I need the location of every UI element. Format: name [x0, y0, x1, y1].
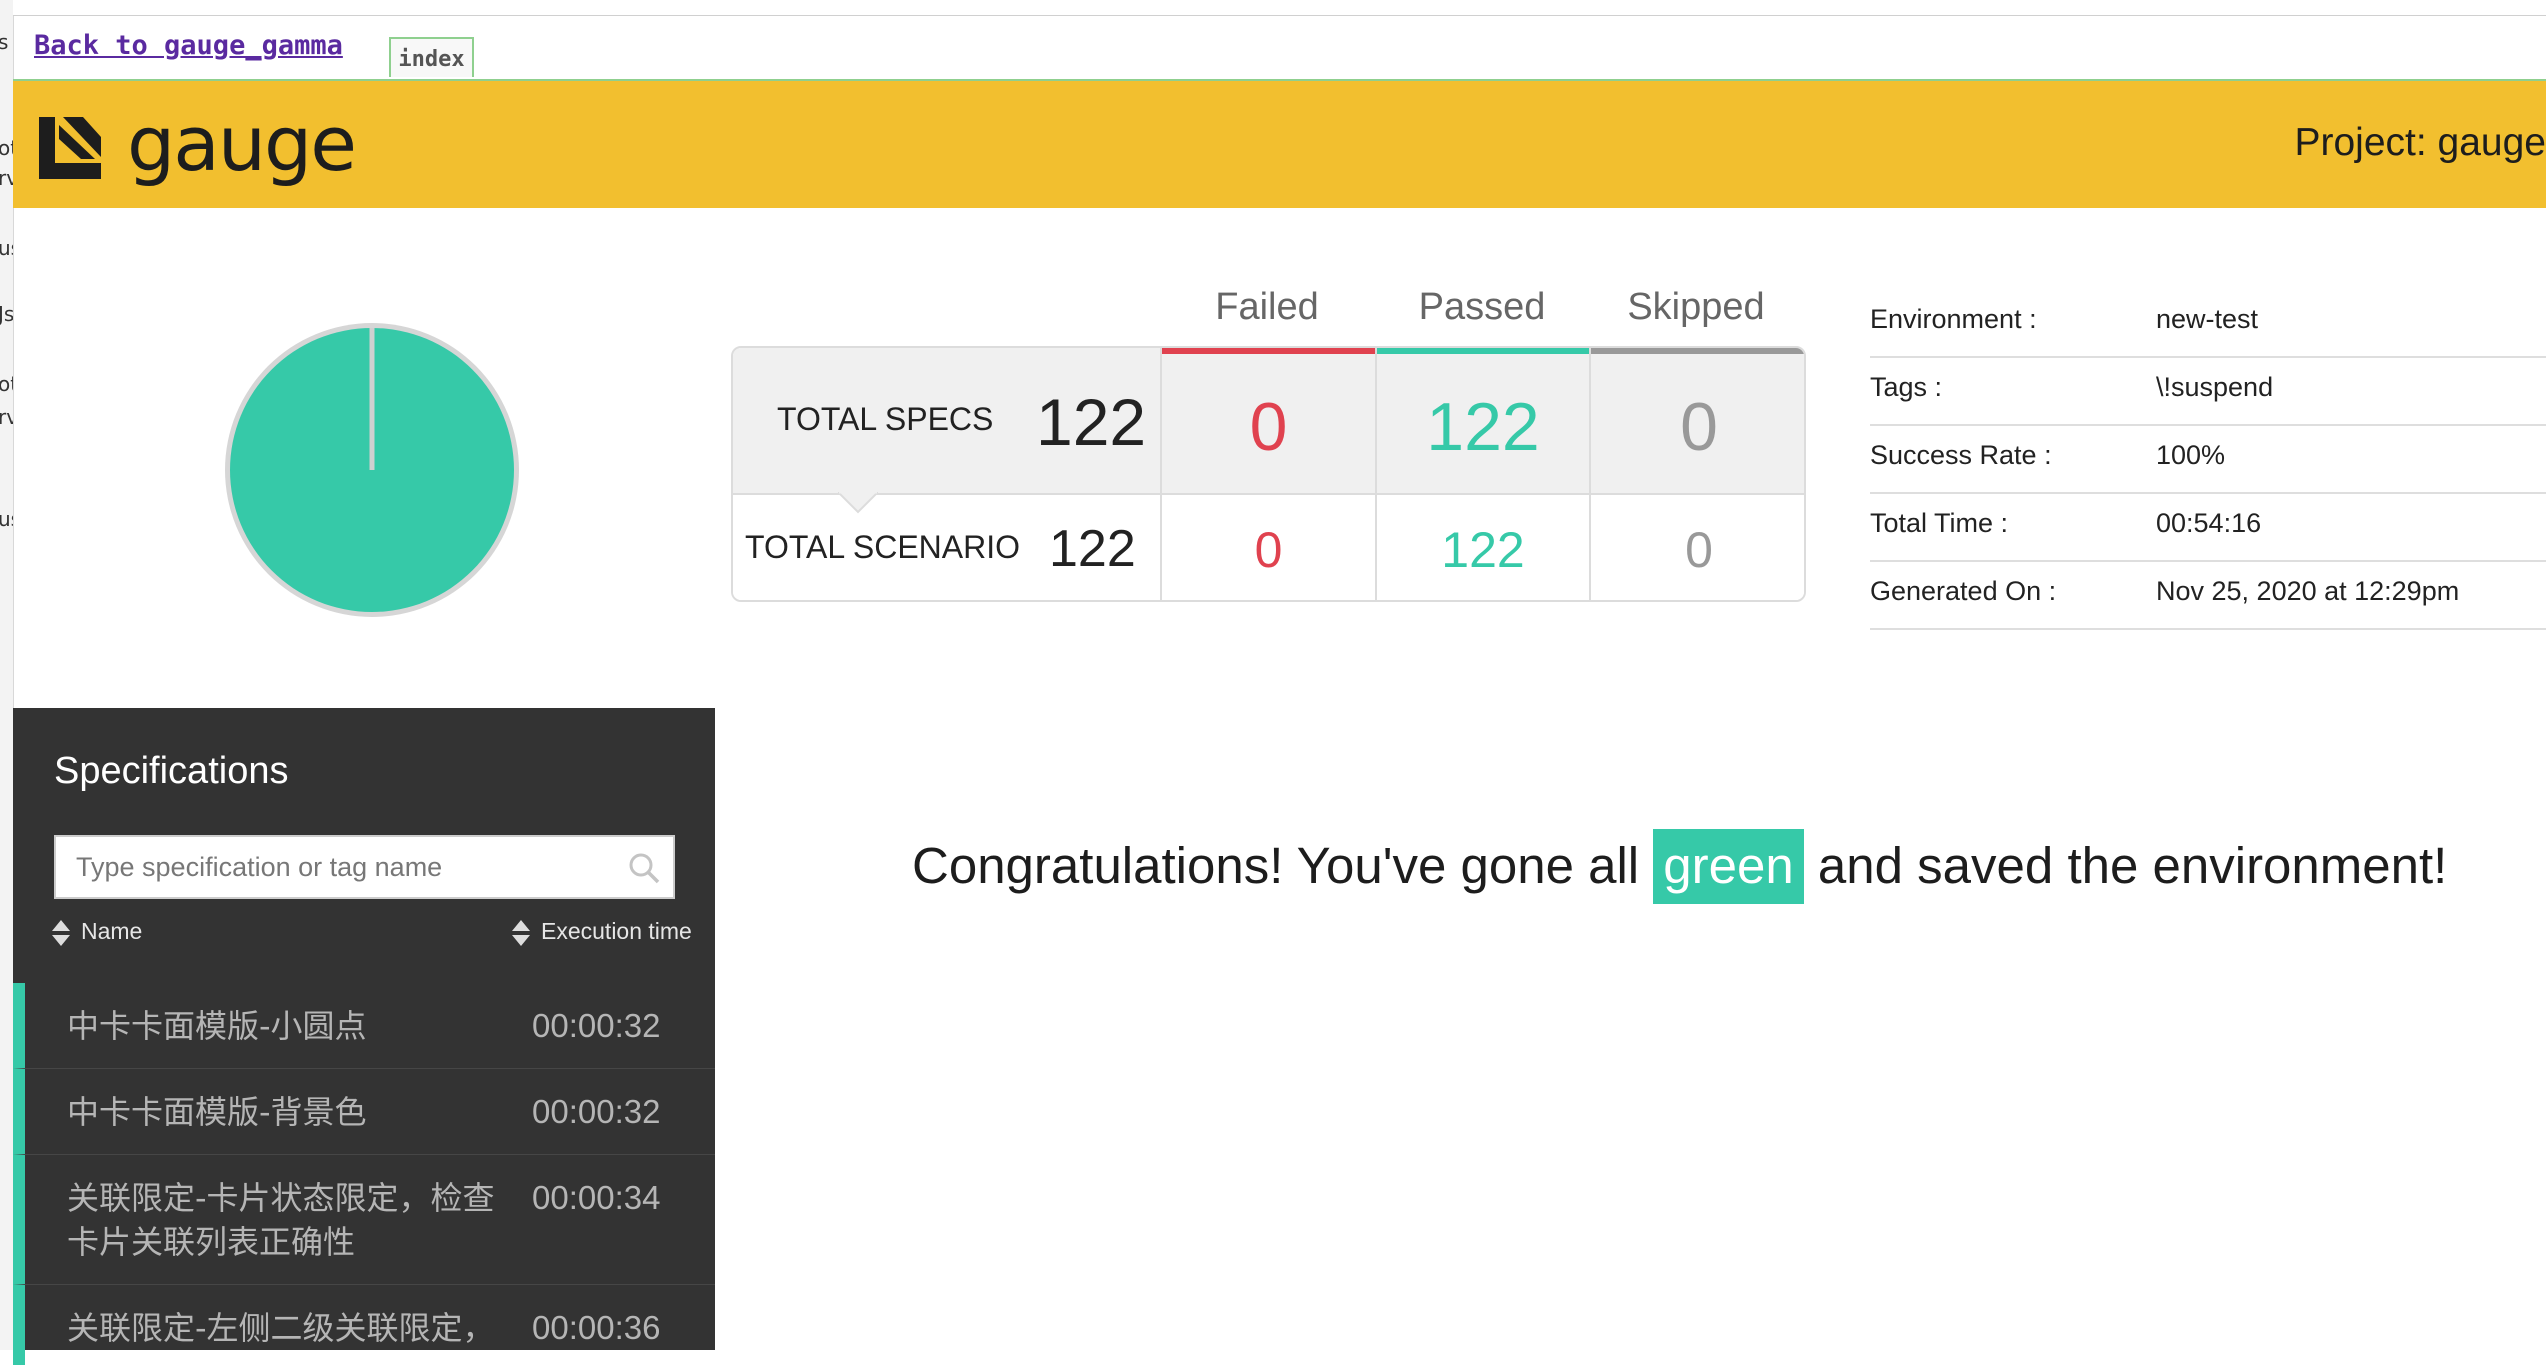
scenario-failed-cell: 0 — [1161, 493, 1376, 600]
sort-by-name[interactable]: Name — [51, 918, 142, 948]
gauge-logo-icon — [39, 117, 101, 179]
sort-by-execution-time[interactable]: Execution time — [511, 918, 692, 948]
sort-time-label: Execution time — [541, 918, 692, 945]
tab-index[interactable]: index — [389, 37, 474, 77]
info-value: Nov 25, 2020 at 12:29pm — [2156, 576, 2460, 606]
spec-list-item[interactable]: 关联限定-左侧二级关联限定， 00:00:36 — [13, 1285, 715, 1365]
header-failed: Failed — [1215, 286, 1319, 328]
search-icon[interactable] — [627, 851, 661, 885]
strip-text: rv — [0, 405, 13, 429]
row-pointer-icon — [838, 492, 878, 514]
spec-time: 00:00:34 — [532, 1179, 661, 1216]
info-value: 100% — [2156, 440, 2226, 470]
congrats-text: Congratulations! You've gone all — [912, 837, 1654, 894]
total-specs-label: TOTAL SPECS — [777, 401, 994, 437]
info-row-tags: Tags : \!suspend — [1870, 358, 2546, 426]
strip-text: us — [0, 236, 13, 260]
spec-search-input[interactable] — [56, 837, 616, 897]
spec-name: 中卡卡面模版-小圆点 — [67, 1007, 367, 1045]
total-scenario-cell: TOTAL SCENARIO 122 — [733, 493, 1161, 600]
header-passed: Passed — [1418, 286, 1546, 328]
strip-text: us — [0, 507, 13, 531]
col-divider — [1589, 348, 1591, 600]
spec-name: 中卡卡面模版-背景色 — [67, 1093, 367, 1131]
congrats-highlight: green — [1653, 829, 1804, 904]
project-label: Project: gauge — [2294, 121, 2546, 164]
congratulations-message: Congratulations! You've gone all green a… — [912, 829, 2448, 904]
info-key: Total Time : — [1870, 508, 2009, 538]
total-scenario-count: 122 — [1049, 520, 1136, 578]
sort-icon — [512, 920, 530, 946]
sort-name-label: Name — [81, 918, 143, 945]
total-scenario-label: TOTAL SCENARIO — [745, 529, 1021, 565]
info-key: Tags : — [1870, 372, 1943, 402]
specs-passed-count: 122 — [1426, 389, 1540, 465]
col-divider — [1160, 348, 1162, 600]
col-divider — [1375, 348, 1377, 600]
strip-text: rv — [0, 166, 13, 190]
info-key: Generated On : — [1870, 576, 2057, 606]
spec-time: 00:00:32 — [532, 1093, 661, 1130]
spec-time: 00:00:32 — [532, 1007, 661, 1044]
strip-text: Js — [0, 302, 14, 326]
specs-passed-cell: 122 — [1376, 348, 1590, 493]
scenario-skipped-count: 0 — [1685, 522, 1713, 578]
gauge-logo: gauge — [35, 99, 357, 193]
specs-skipped-cell: 0 — [1590, 348, 1804, 493]
status-pie-chart — [225, 323, 519, 617]
info-value: \!suspend — [2156, 372, 2274, 402]
specs-skipped-count: 0 — [1680, 389, 1718, 465]
congrats-text: and saved the environment! — [1803, 837, 2448, 894]
spec-list-item[interactable]: 关联限定-卡片状态限定，检查卡片关联列表正确性 00:00:34 — [13, 1155, 715, 1285]
passed-bar — [1376, 348, 1590, 354]
spec-list-item[interactable]: 中卡卡面模版-背景色 00:00:32 — [13, 1069, 715, 1155]
scenario-skipped-cell: 0 — [1590, 493, 1804, 600]
info-key: Environment : — [1870, 304, 2037, 334]
info-row-success-rate: Success Rate : 100% — [1870, 426, 2546, 494]
info-value: 00:54:16 — [2156, 508, 2262, 538]
spec-name: 关联限定-左侧二级关联限定， — [67, 1309, 495, 1347]
spec-name: 关联限定-卡片状态限定，检查卡片关联列表正确性 — [67, 1179, 495, 1261]
report-header: gauge Project: gauge — [13, 81, 2546, 208]
info-row-total-time: Total Time : 00:54:16 — [1870, 494, 2546, 562]
header-skipped: Skipped — [1627, 286, 1765, 328]
scenario-passed-cell: 122 — [1376, 493, 1590, 600]
sidebar-title: Specifications — [54, 750, 289, 792]
background-window-strip: s ot rv us Js ot rv us — [0, 0, 14, 1350]
row-divider — [733, 493, 1804, 495]
failed-bar — [1161, 348, 1376, 354]
spec-time: 00:00:36 — [532, 1309, 661, 1346]
back-link[interactable]: Back to gauge_gamma — [34, 30, 343, 61]
info-row-generated-on: Generated On : Nov 25, 2020 at 12:29pm — [1870, 562, 2546, 630]
info-key: Success Rate : — [1870, 440, 2052, 470]
skipped-bar — [1590, 348, 1804, 354]
specs-failed-cell: 0 — [1161, 348, 1376, 493]
scenario-failed-count: 0 — [1254, 522, 1283, 578]
strip-text: ot — [0, 136, 13, 160]
total-specs-count: 122 — [1036, 385, 1147, 459]
specs-failed-count: 0 — [1249, 389, 1288, 465]
strip-text: s — [0, 30, 8, 54]
search-box — [54, 835, 675, 899]
logo-text: gauge — [127, 99, 357, 188]
info-row-environment: Environment : new-test — [1870, 290, 2546, 358]
strip-text: ot — [0, 372, 13, 396]
sort-icon — [52, 920, 70, 946]
specifications-sidebar: Specifications Name Execution time 中卡卡面模… — [13, 708, 715, 1365]
stats-table: TOTAL SPECS 122 0 122 0 TOTAL SCENARIO 1… — [731, 346, 1806, 602]
total-specs-cell: TOTAL SPECS 122 — [733, 348, 1161, 493]
info-value: new-test — [2156, 304, 2259, 334]
scenario-passed-count: 122 — [1441, 522, 1525, 578]
top-border — [13, 0, 2546, 16]
spec-list-item[interactable]: 中卡卡面模版-小圆点 00:00:32 — [13, 983, 715, 1069]
